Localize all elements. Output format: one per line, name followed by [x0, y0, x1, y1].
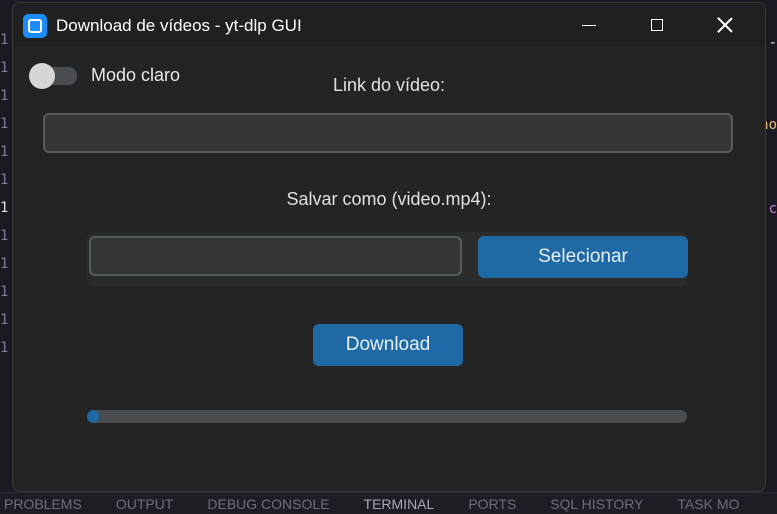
line-number: 1: [0, 116, 9, 132]
line-number: 1: [0, 172, 9, 188]
line-number: 1: [0, 32, 9, 48]
panel-tab[interactable]: TASK MO: [677, 496, 739, 512]
link-input[interactable]: [43, 113, 733, 153]
progress-fill: [87, 410, 99, 423]
panel-tab[interactable]: SQL HISTORY: [550, 496, 643, 512]
line-number: 1: [0, 284, 9, 300]
bottom-panel-tabs: PROBLEMS OUTPUT DEBUG CONSOLE TERMINAL P…: [0, 492, 777, 514]
panel-tab-active[interactable]: TERMINAL: [364, 496, 435, 512]
line-number: 1: [0, 228, 9, 244]
line-number: 1: [0, 88, 9, 104]
select-button[interactable]: Selecionar: [478, 236, 688, 278]
line-number: 1: [0, 200, 9, 216]
download-button[interactable]: Download: [313, 324, 463, 366]
line-number: 1: [0, 256, 9, 272]
panel-tab[interactable]: OUTPUT: [116, 496, 174, 512]
line-number: 1: [0, 144, 9, 160]
line-number: 1: [0, 312, 9, 328]
maximize-icon: [651, 19, 663, 31]
link-label: Link do vídeo:: [332, 75, 446, 95]
line-number: 1: [0, 60, 9, 76]
app-icon: [23, 14, 47, 38]
close-button[interactable]: [693, 3, 757, 47]
maximize-button[interactable]: [625, 3, 689, 47]
window-title: Download de vídeos - yt-dlp GUI: [56, 16, 302, 35]
close-icon: [717, 17, 733, 33]
minimize-icon: [582, 24, 596, 26]
minimize-button[interactable]: [557, 3, 621, 47]
line-number: 1: [0, 340, 9, 356]
title-bar[interactable]: Download de vídeos - yt-dlp GUI: [13, 3, 765, 47]
panel-tab[interactable]: DEBUG CONSOLE: [207, 496, 329, 512]
panel-tab[interactable]: PROBLEMS: [4, 496, 82, 512]
panel-tab[interactable]: PORTS: [468, 496, 516, 512]
progress-bar: [87, 410, 687, 423]
app-window: Download de vídeos - yt-dlp GUI Modo cla…: [12, 2, 766, 492]
save-path-input[interactable]: [89, 236, 462, 276]
save-label: Salvar como (video.mp4):: [286, 189, 492, 209]
